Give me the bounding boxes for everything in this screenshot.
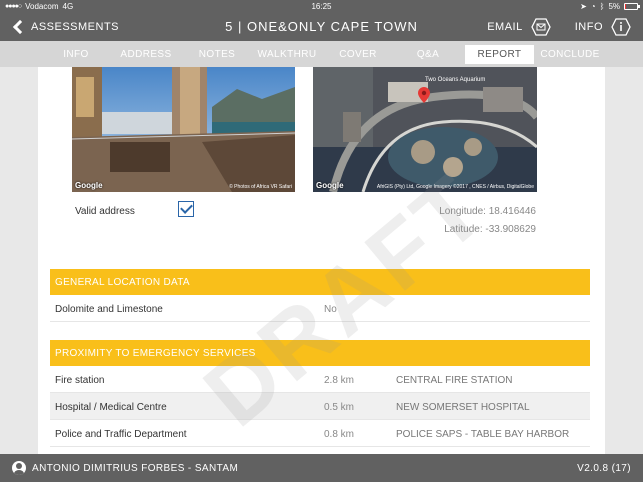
app-version: V2.0.8 (17) (577, 462, 631, 474)
table-row: Dolomite and Limestone No (50, 295, 590, 322)
table-row: Fire station 2.8 km CENTRAL FIRE STATION (50, 366, 590, 393)
back-button-label: ASSESSMENTS (31, 20, 120, 33)
signal-strength-icon: ●●●●○ (5, 2, 22, 10)
map-place-label: Two Oceans Aquarium (425, 77, 486, 83)
general-location-header: GENERAL LOCATION DATA (50, 269, 590, 295)
report-content[interactable]: Google © Photos of Africa VR Safari Two … (0, 67, 643, 454)
photo-credit: © Photos of Africa VR Safari (229, 184, 292, 190)
service-name: Hospital / Medical Centre (55, 402, 167, 413)
service-name: Police and Traffic Department (55, 429, 187, 440)
back-button[interactable]: ASSESSMENTS (0, 19, 120, 34)
tab-notes[interactable]: NOTES (188, 45, 246, 64)
row-value: No (324, 304, 337, 315)
user-name: ANTONIO DIMITRIUS FORBES - SANTAM (32, 462, 239, 474)
table-row: Hospital / Medical Centre 0.5 km NEW SOM… (50, 393, 590, 420)
tab-cover[interactable]: COVER (330, 45, 386, 64)
satellite-map[interactable]: Two Oceans Aquarium Google AfriGIS (Pty)… (313, 67, 537, 192)
service-place: POLICE SAPS - TABLE BAY HARBOR (396, 429, 570, 440)
tab-report-label: REPORT (477, 49, 522, 60)
service-distance: 2.8 km (324, 375, 355, 386)
carrier-name: Vodacom (25, 1, 59, 11)
status-time: 16:25 (311, 1, 332, 11)
service-distance: 0.5 km (324, 402, 355, 413)
tab-qa-label: Q&A (416, 49, 440, 60)
right-margin (605, 67, 643, 454)
network-type: 4G (62, 1, 74, 11)
table-row: Police and Traffic Department 0.8 km POL… (50, 420, 590, 447)
tab-address[interactable]: ADDRESS (114, 45, 178, 64)
chevron-left-icon (12, 19, 28, 34)
battery-percent: 5% (608, 1, 620, 11)
location-icon: ➤ (580, 1, 587, 11)
info-button[interactable]: INFO (575, 21, 603, 33)
user-avatar-icon (12, 461, 26, 475)
tab-conclude[interactable]: CONCLUDE (538, 45, 602, 64)
tab-bar: INFO ADDRESS NOTES WALKTHRU COVER Q&A RE… (0, 41, 643, 67)
map-pin-icon (418, 87, 430, 103)
tab-notes-label: NOTES (198, 49, 236, 60)
status-bar: ●●●●○ Vodacom 4G 16:25 ➤ ◔ ᛒ 5% (0, 0, 643, 12)
navigation-bar: ASSESSMENTS 5 | ONE&ONLY CAPE TOWN EMAIL… (0, 12, 643, 41)
alarm-icon: ◔ (590, 1, 596, 11)
google-logo: Google (316, 181, 344, 190)
left-margin (0, 67, 38, 454)
tab-qa[interactable]: Q&A (398, 45, 458, 64)
tab-info-label: INFO (63, 49, 89, 60)
map-credit: AfriGIS (Pty) Ltd, Google Imagery ©2017 … (376, 184, 534, 190)
row-label: Dolomite and Limestone (55, 304, 163, 315)
valid-address-label: Valid address (75, 206, 135, 217)
service-place: NEW SOMERSET HOSPITAL (396, 402, 530, 413)
service-name: Fire station (55, 375, 105, 386)
battery-level (625, 3, 626, 9)
envelope-icon[interactable] (530, 17, 551, 36)
google-logo: Google (75, 181, 103, 190)
footer-bar: ANTONIO DIMITRIUS FORBES - SANTAM V2.0.8… (0, 454, 643, 482)
tab-address-label: ADDRESS (120, 49, 172, 60)
battery-icon (624, 2, 640, 10)
valid-address-checkbox[interactable] (178, 201, 194, 217)
tab-cover-label: COVER (339, 49, 377, 60)
user-info[interactable]: ANTONIO DIMITRIUS FORBES - SANTAM (12, 461, 238, 475)
tab-conclude-label: CONCLUDE (540, 49, 600, 60)
tab-report[interactable]: REPORT (465, 45, 534, 64)
street-view-photo[interactable]: Google © Photos of Africa VR Safari (72, 67, 295, 192)
longitude-value: Longitude: 18.416446 (439, 206, 536, 217)
email-button[interactable]: EMAIL (487, 21, 523, 33)
tab-walkthru-label: WALKTHRU (257, 49, 317, 60)
tab-info[interactable]: INFO (46, 45, 106, 64)
info-button-label: INFO (574, 20, 603, 33)
proximity-header: PROXIMITY TO EMERGENCY SERVICES (50, 340, 590, 366)
latitude-value: Latitude: -33.908629 (444, 224, 536, 235)
bluetooth-icon: ᛒ (599, 1, 605, 11)
info-icon[interactable] (611, 17, 631, 36)
service-place: CENTRAL FIRE STATION (396, 375, 513, 386)
tab-walkthru[interactable]: WALKTHRU (254, 45, 320, 64)
service-distance: 0.8 km (324, 429, 355, 440)
email-button-label: EMAIL (487, 20, 523, 33)
